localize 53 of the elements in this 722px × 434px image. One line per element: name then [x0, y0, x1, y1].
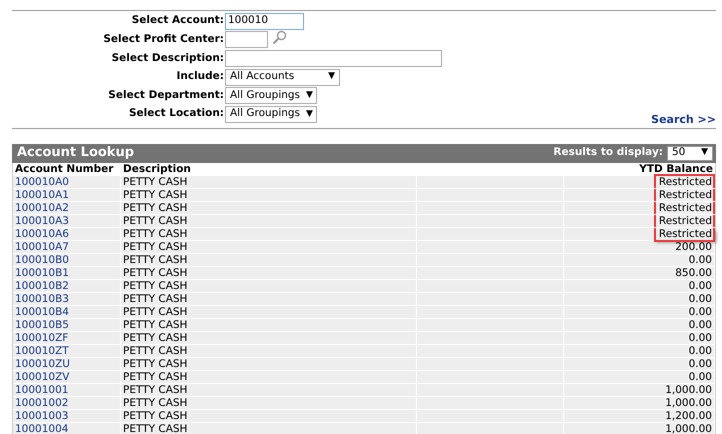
table-cell: PETTY CASH	[121, 188, 417, 202]
input-field[interactable]	[225, 50, 442, 67]
table-cell: PETTY CASH	[121, 318, 417, 332]
table-cell: PETTY CASH	[121, 410, 417, 423]
search-icon[interactable]	[272, 30, 287, 46]
input-field[interactable]	[225, 31, 268, 48]
results-dropdown[interactable]: 50 ▼	[667, 146, 713, 161]
table-cell: PETTY CASH	[121, 370, 417, 384]
field-label: Select Location:	[128, 106, 225, 122]
table-cell-text: 850.00	[674, 266, 713, 279]
table-cell: PETTY CASH	[121, 306, 417, 319]
table-cell-text: 0.00	[688, 318, 713, 331]
field-label: Select Profit Center:	[102, 32, 225, 48]
table-cell-text: 0.00	[688, 292, 713, 305]
table-cell: Restricted	[654, 228, 715, 240]
table-cell: PETTY CASH	[121, 254, 417, 267]
table-cell-text: 0.00	[688, 332, 713, 344]
table-title: Account Lookup	[17, 144, 134, 162]
search-link[interactable]: Search >>	[651, 112, 716, 126]
table-cell: PETTY CASH	[121, 266, 417, 280]
table-cell: PETTY CASH	[121, 176, 417, 189]
table-cell: PETTY CASH	[121, 280, 417, 293]
table-cell-text: 1,000.00	[664, 384, 713, 396]
table-cell: PETTY CASH	[121, 214, 417, 228]
table-cell-text: 0.00	[688, 358, 713, 370]
table-cell: PETTY CASH	[121, 240, 417, 254]
table-cell-text: 1,200.00	[664, 410, 713, 422]
field-label: Include:	[175, 69, 225, 84]
results-label: Results to display:	[553, 145, 663, 160]
table-cell-text: 0.00	[688, 306, 713, 318]
table-cell: PETTY CASH	[121, 396, 417, 410]
dropdown[interactable]: All Groupings ▼	[225, 106, 317, 123]
table-cell: PETTY CASH	[121, 344, 417, 358]
field-label: Select Description:	[110, 50, 225, 66]
field-label: Select Account:	[130, 13, 225, 28]
table-cell-text: 0.00	[688, 280, 713, 292]
table-cell: PETTY CASH	[121, 202, 417, 215]
table-cell: PETTY CASH	[121, 422, 417, 434]
table-cell: PETTY CASH	[121, 292, 417, 306]
table-cell-text: 0.00	[688, 370, 713, 383]
table-cell-text: 1,000.00	[664, 396, 713, 409]
table-cell: PETTY CASH	[121, 332, 417, 345]
table-cell-text: 200.00	[674, 240, 713, 253]
dropdown[interactable]: All Groupings ▼	[225, 87, 317, 104]
table-cell: PETTY CASH	[121, 358, 417, 371]
table-cell-text: 0.00	[688, 254, 713, 266]
field-label: Select Department:	[107, 88, 225, 103]
table-cell: PETTY CASH	[121, 384, 417, 397]
input-field[interactable]: 100010	[225, 12, 304, 30]
dropdown[interactable]: All Accounts ▼	[225, 68, 340, 86]
table-cell-text: 1,000.00	[664, 422, 713, 434]
table-cell: PETTY CASH	[121, 228, 417, 241]
table-cell-text: 0.00	[688, 344, 713, 357]
